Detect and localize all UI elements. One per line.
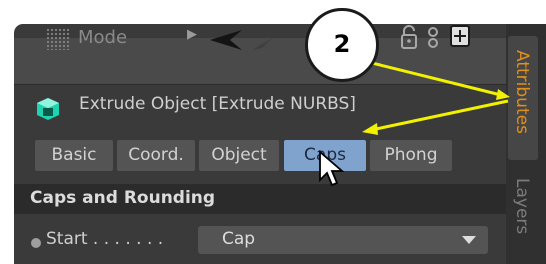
annotation-arrows (362, 61, 510, 135)
annotation-badge-number: 2 (333, 30, 351, 58)
mouse-pointer-icon (319, 150, 345, 187)
